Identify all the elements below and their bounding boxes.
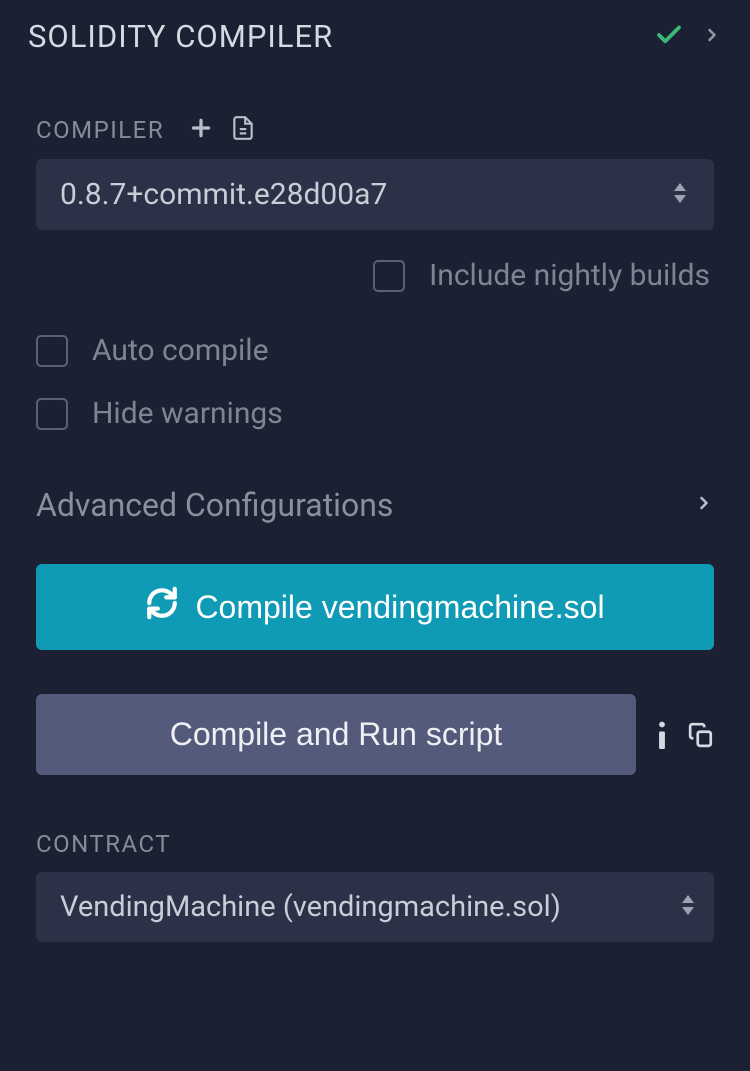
compile-button-label: Compile vendingmachine.sol: [195, 589, 604, 626]
panel-title: SOLIDITY COMPILER: [28, 18, 333, 55]
hide-warnings-label: Hide warnings: [92, 396, 283, 431]
compiler-label-row: COMPILER: [36, 115, 714, 145]
hide-warnings-row: Hide warnings: [36, 396, 714, 431]
copy-icon[interactable]: [688, 722, 714, 748]
nightly-label: Include nightly builds: [429, 258, 710, 293]
compiler-selected-value: 0.8.7+commit.e28d00a7: [60, 177, 387, 212]
select-arrows-icon: [678, 893, 698, 921]
refresh-icon: [145, 586, 179, 628]
compiler-icons: [188, 115, 256, 145]
check-icon: [654, 20, 684, 54]
compile-run-button[interactable]: Compile and Run script: [36, 694, 636, 775]
nightly-checkbox[interactable]: [373, 260, 405, 292]
contract-selected-value: VendingMachine (vendingmachine.sol): [60, 890, 561, 924]
panel-header: SOLIDITY COMPILER: [0, 0, 750, 75]
advanced-label: Advanced Configurations: [36, 486, 393, 524]
chevron-right-icon[interactable]: [702, 25, 722, 49]
compile-run-row: Compile and Run script: [36, 694, 714, 775]
file-icon[interactable]: [230, 115, 256, 145]
auto-compile-row: Auto compile: [36, 333, 714, 368]
compile-button[interactable]: Compile vendingmachine.sol: [36, 564, 714, 650]
header-icons: [654, 20, 722, 54]
info-icon[interactable]: [656, 721, 668, 749]
contract-label: CONTRACT: [36, 830, 714, 858]
auto-compile-label: Auto compile: [92, 333, 268, 368]
auto-compile-checkbox[interactable]: [36, 335, 68, 367]
select-arrows-icon: [670, 181, 690, 209]
plus-icon[interactable]: [188, 115, 214, 145]
compile-run-label: Compile and Run script: [170, 716, 503, 752]
chevron-right-icon: [694, 493, 714, 517]
compiler-select[interactable]: 0.8.7+commit.e28d00a7: [36, 159, 714, 230]
contract-select[interactable]: VendingMachine (vendingmachine.sol): [36, 872, 714, 942]
compiler-label: COMPILER: [36, 116, 164, 144]
advanced-configurations[interactable]: Advanced Configurations: [36, 486, 714, 524]
nightly-checkbox-row: Include nightly builds: [36, 258, 714, 293]
hide-warnings-checkbox[interactable]: [36, 398, 68, 430]
